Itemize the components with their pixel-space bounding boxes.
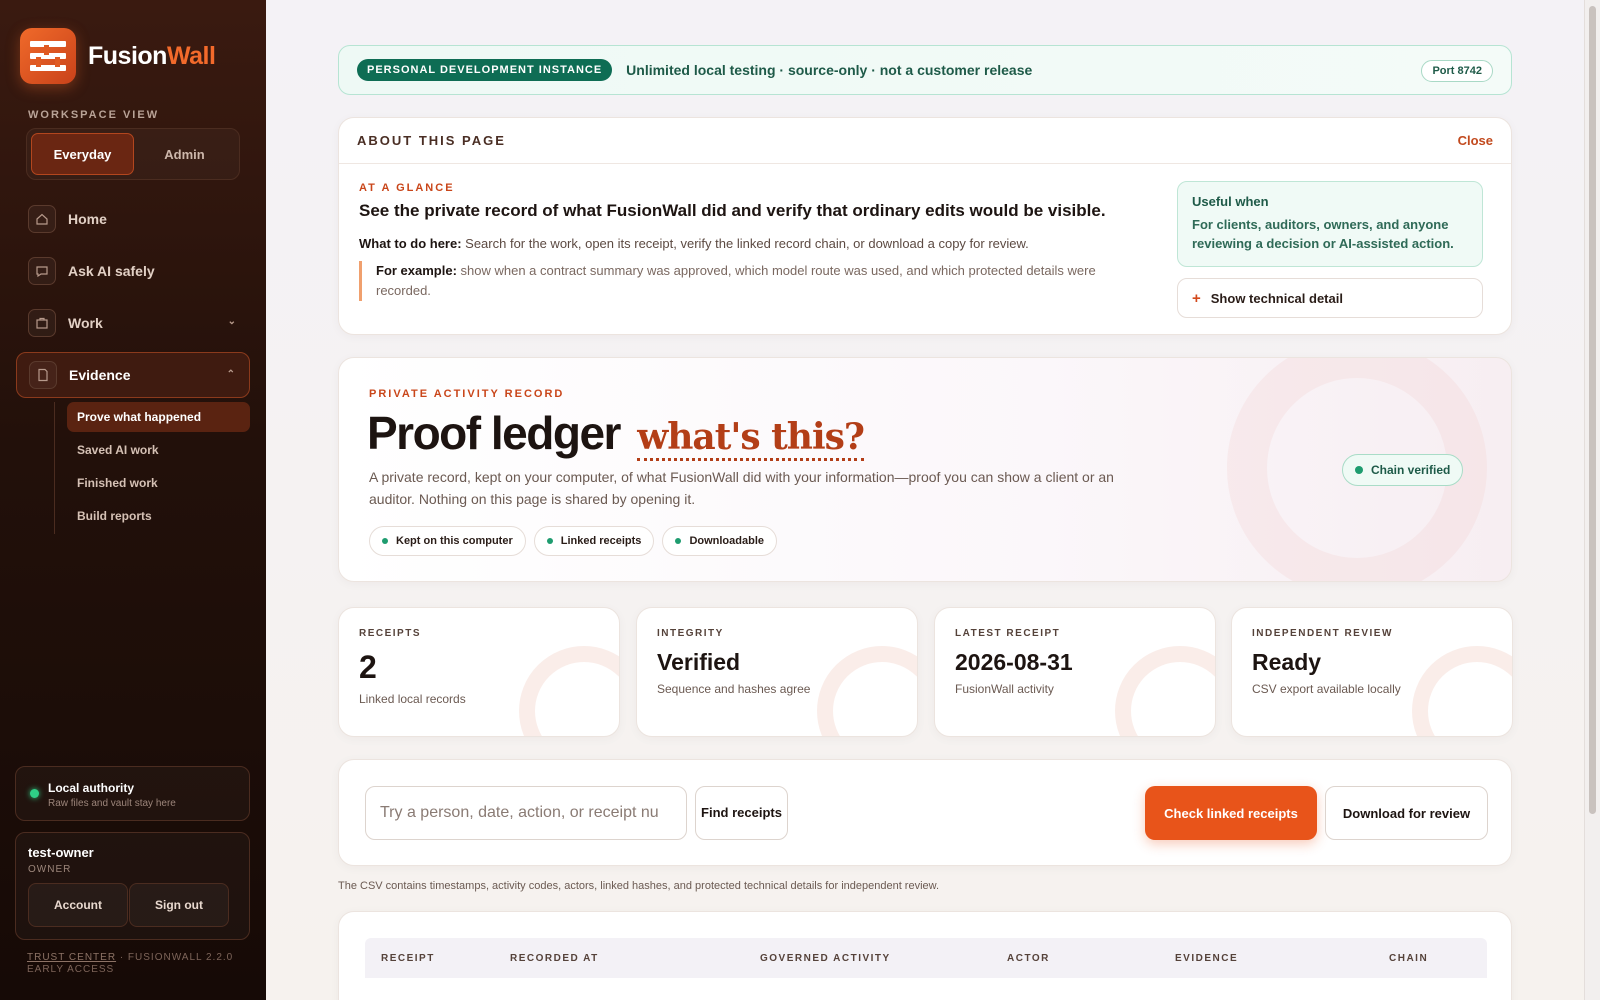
stat-label: LATEST RECEIPT: [955, 628, 1061, 639]
subnav-build-reports[interactable]: Build reports: [67, 501, 250, 531]
about-panel: ABOUT THIS PAGE Close AT A GLANCE See th…: [338, 117, 1512, 335]
workspace-view-label: WORKSPACE VIEW: [28, 109, 160, 121]
banner-text: Unlimited local testing · source-only · …: [626, 62, 1033, 78]
about-title: ABOUT THIS PAGE: [357, 133, 506, 148]
dev-instance-banner: PERSONAL DEVELOPMENT INSTANCE Unlimited …: [338, 45, 1512, 95]
check-linked-receipts-button[interactable]: Check linked receipts: [1145, 786, 1317, 840]
col-recorded-at[interactable]: RECORDED AT: [510, 953, 599, 964]
stat-receipts: RECEIPTS 2 Linked local records: [338, 607, 620, 737]
main-nav: Home Ask AI safely Work ⌄ Evidence ⌃: [16, 196, 250, 404]
receipt-search-input[interactable]: [365, 786, 687, 840]
chat-icon: [28, 257, 56, 285]
find-receipts-button[interactable]: Find receipts: [695, 786, 788, 840]
search-panel: Find receipts Check linked receipts Down…: [338, 759, 1512, 866]
folder-icon: [28, 309, 56, 337]
glance-label: AT A GLANCE: [359, 182, 455, 194]
csv-note: The CSV contains timestamps, activity co…: [338, 880, 940, 892]
tech-button-label: Show technical detail: [1210, 290, 1343, 306]
download-for-review-button[interactable]: Download for review: [1325, 786, 1488, 840]
glance-headline: See the private record of what FusionWal…: [359, 201, 1106, 220]
footer: TRUST CENTER · FUSIONWALL 2.2.0 EARLY AC…: [27, 952, 257, 976]
authority-title: Local authority: [48, 781, 135, 795]
feature-chips: Kept on this computer Linked receipts Do…: [369, 526, 785, 556]
subnav-saved-ai-work[interactable]: Saved AI work: [67, 435, 250, 465]
plus-icon: +: [1192, 289, 1201, 307]
document-icon: [29, 361, 57, 389]
port-badge: Port 8742: [1421, 60, 1493, 82]
nav-label: Work: [68, 315, 103, 331]
about-header: ABOUT THIS PAGE Close: [339, 118, 1511, 164]
authority-subtitle: Raw files and vault stay here: [48, 798, 176, 809]
workspace-toggle: Everyday Admin: [26, 128, 240, 180]
page-scrollbar[interactable]: [1584, 0, 1600, 1000]
workspace-admin-button[interactable]: Admin: [134, 133, 235, 175]
brand-name: FusionWall: [88, 41, 216, 70]
stat-independent-review: INDEPENDENT REVIEW Ready CSV export avai…: [1231, 607, 1513, 737]
nav-item-home[interactable]: Home: [16, 196, 250, 242]
hero-description: A private record, kept on your computer,…: [369, 469, 1114, 507]
proof-ledger-hero: PRIVATE ACTIVITY RECORD Proof ledger wha…: [338, 357, 1512, 582]
useful-when-box: Useful when For clients, auditors, owner…: [1177, 181, 1483, 267]
stat-label: RECEIPTS: [359, 628, 422, 639]
user-card: test-owner OWNER Account Sign out: [15, 832, 250, 940]
stat-label: INTEGRITY: [657, 628, 724, 639]
chip-downloadable: Downloadable: [662, 526, 777, 556]
table-header: RECEIPT RECORDED AT GOVERNED ACTIVITY AC…: [365, 938, 1487, 978]
status-dot: [30, 789, 39, 798]
col-governed-activity[interactable]: GOVERNED ACTIVITY: [760, 953, 891, 964]
chevron-down-icon: ⌄: [227, 316, 236, 327]
todo-text: What to do here: Search for the work, op…: [359, 236, 1029, 251]
nav-label: Ask AI safely: [68, 263, 155, 279]
status-dot: [1355, 466, 1363, 474]
close-button[interactable]: Close: [1458, 133, 1493, 148]
receipts-table: RECEIPT RECORDED AT GOVERNED ACTIVITY AC…: [338, 911, 1512, 1000]
hero-label: PRIVATE ACTIVITY RECORD: [369, 388, 565, 400]
col-receipt[interactable]: RECEIPT: [381, 953, 435, 964]
dev-instance-badge: PERSONAL DEVELOPMENT INSTANCE: [357, 59, 613, 81]
workspace-everyday-button[interactable]: Everyday: [31, 133, 134, 175]
user-role: OWNER: [28, 864, 72, 875]
trust-center-link[interactable]: TRUST CENTER: [27, 952, 116, 963]
home-icon: [28, 205, 56, 233]
nav-label: Home: [68, 211, 107, 227]
nav-item-work[interactable]: Work ⌄: [16, 300, 250, 346]
whats-this-link[interactable]: what's this?: [637, 416, 865, 461]
sidebar: FusionWall WORKSPACE VIEW Everyday Admin…: [0, 0, 266, 1000]
nav-item-evidence[interactable]: Evidence ⌃: [16, 352, 250, 398]
account-button[interactable]: Account: [28, 883, 128, 927]
sign-out-button[interactable]: Sign out: [129, 883, 229, 927]
subnav-prove-what-happened[interactable]: Prove what happened: [67, 402, 250, 432]
chevron-up-icon: ⌃: [226, 369, 235, 380]
stat-label: INDEPENDENT REVIEW: [1252, 628, 1393, 639]
nav-item-ask-ai[interactable]: Ask AI safely: [16, 248, 250, 294]
page-title: Proof ledger what's this?: [367, 407, 865, 461]
scrollbar-thumb[interactable]: [1589, 6, 1596, 814]
chain-verified-badge: Chain verified: [1342, 454, 1464, 486]
stat-latest-receipt: LATEST RECEIPT 2026-08-31 FusionWall act…: [934, 607, 1216, 737]
user-name: test-owner: [28, 845, 94, 860]
chip-linked-receipts: Linked receipts: [533, 526, 655, 556]
chip-kept-local: Kept on this computer: [369, 526, 526, 556]
col-actor[interactable]: ACTOR: [1007, 953, 1050, 964]
main-content: PERSONAL DEVELOPMENT INSTANCE Unlimited …: [266, 0, 1584, 1000]
local-authority-status: Local authority Raw files and vault stay…: [15, 766, 250, 821]
subnav-finished-work[interactable]: Finished work: [67, 468, 250, 498]
evidence-subnav: Prove what happened Saved AI work Finish…: [54, 402, 250, 534]
useful-title: Useful when: [1192, 194, 1269, 209]
example-text: For example: show when a contract summar…: [359, 261, 1139, 301]
show-technical-detail-button[interactable]: + Show technical detail: [1177, 278, 1483, 318]
brand-logo[interactable]: FusionWall: [20, 28, 216, 84]
col-chain[interactable]: CHAIN: [1389, 953, 1428, 964]
useful-body: For clients, auditors, owners, and anyon…: [1192, 217, 1454, 251]
nav-label: Evidence: [69, 367, 131, 383]
fusionwall-logo-icon: [20, 28, 76, 84]
col-evidence[interactable]: EVIDENCE: [1175, 953, 1238, 964]
stat-integrity: INTEGRITY Verified Sequence and hashes a…: [636, 607, 918, 737]
